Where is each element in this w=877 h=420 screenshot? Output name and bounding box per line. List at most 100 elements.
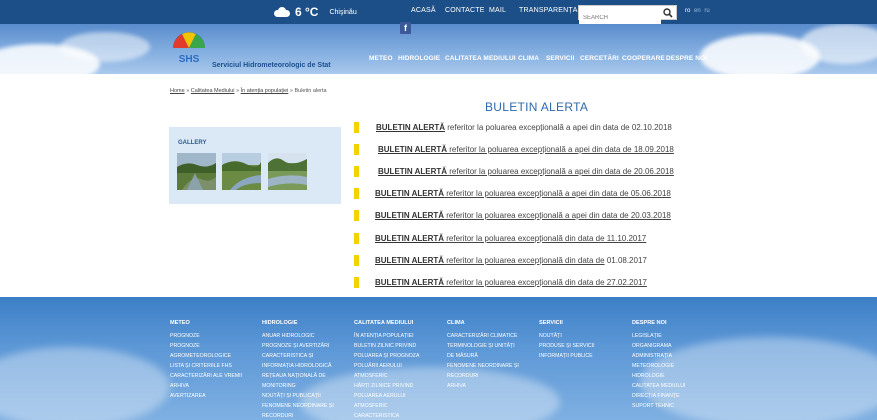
footer-link[interactable]: PROGNOZE ȘI AVERTIZĂRI [262,341,334,351]
alert-title[interactable]: BULETIN ALERTĂ [375,211,444,220]
mainnav-servicii[interactable]: SERVICII [546,55,575,62]
footer-link[interactable]: PROGNOZE [170,331,242,341]
footer-link[interactable]: MONITORING [262,381,334,391]
gallery-thumbnail[interactable] [222,153,261,190]
footer-link[interactable]: RECORDURI [447,371,519,381]
mainnav-meteo[interactable]: METEO [369,55,393,62]
topnav-transparency[interactable]: TRANSPARENȚA [519,7,578,14]
logo[interactable]: SHS [170,28,208,68]
footer-link[interactable]: CALITATEA MEDIULUI [632,381,685,391]
breadcrumb-calitatea-mediului[interactable]: Calitatea Mediului [191,88,235,94]
alert-title[interactable]: BULETIN ALERTĂ [375,189,444,198]
topnav-mail[interactable]: MAIL [489,7,506,14]
footer-link[interactable]: NOUTĂȚI [539,331,595,341]
mainnav-cooperare[interactable]: COOPERARE [622,55,665,62]
footer-link[interactable]: ARHIVA [170,381,242,391]
mainnav-cercetari[interactable]: CERCETĂRI [580,55,619,62]
facebook-icon[interactable]: f [400,22,411,34]
weather-widget: 6 °C Chişinău [274,3,357,21]
footer-link[interactable]: DE MĂSURĂ [447,351,519,361]
footer-link[interactable]: ATMOSFERIC [354,371,419,381]
lang-ro[interactable]: ro [685,8,690,14]
temperature: 6 °C [295,5,319,19]
alert-description[interactable]: referitor la poluarea excepțională a ape… [447,167,674,176]
alert-description[interactable]: referitor la poluarea excepțională a ape… [444,211,671,220]
footer-link[interactable]: FENOMENE NEORDINARE ȘI [447,361,519,371]
footer-heading[interactable]: CLIMA [447,318,519,328]
alert-description[interactable]: referitor la poluarea excepțională a ape… [444,189,671,198]
footer-link[interactable]: ANUAR HIDROLOGIC [262,331,334,341]
footer-link[interactable]: AGROMETEOROLOGICE [170,351,242,361]
search-icon[interactable] [663,8,673,18]
footer-link[interactable]: INFORMAȚIA HIDROLOGICĂ [262,361,334,371]
footer-link[interactable]: HĂRȚI ZILNICE PRIVIND [354,381,419,391]
footer-link[interactable]: AVERTIZAREA [170,391,242,401]
footer-link[interactable]: INFORMAȚII PUBLICE [539,351,595,361]
mainnav-hidrologie[interactable]: HIDROLOGIE [398,55,440,62]
footer-link[interactable]: CARACTERISTICA ȘI [262,351,334,361]
alert-description[interactable]: referitor la poluarea excepțională a ape… [445,123,672,132]
footer-link[interactable]: LEGISLAȚIE [632,331,685,341]
footer-column-despre-noi: DESPRE NOI LEGISLAȚIE ORGANIGRAMA ADMINI… [632,318,685,411]
footer-link[interactable]: TERMINOLOGIE ȘI UNITĂȚI [447,341,519,351]
footer-link[interactable]: PROGNOZE [170,341,242,351]
footer-heading[interactable]: DESPRE NOI [632,318,685,328]
footer-link[interactable]: CARACTERIZĂRI ALE VREMII [170,371,242,381]
site-header [0,24,877,74]
alert-title[interactable]: BULETIN ALERTĂ [375,278,444,287]
lang-en[interactable]: en [694,8,701,14]
org-name: Serviciul Hidrometeorologic de Stat [212,62,331,69]
gallery-thumbnail[interactable] [268,153,307,190]
footer-link[interactable]: REȚEAUA NAȚIONALĂ DE [262,371,334,381]
footer-link[interactable]: PRODUSE ȘI SERVICII [539,341,595,351]
footer-link[interactable]: LISTA ȘI CRITERIILE FHS [170,361,242,371]
footer-link[interactable]: RECORDURI [262,411,334,420]
breadcrumb-home[interactable]: Home [170,88,185,94]
mainnav-calitatea-mediului[interactable]: CALITATEA MEDIULUI [445,55,516,62]
alert-title[interactable]: BULETIN ALERTĂ [375,256,444,265]
footer-link[interactable]: FENOMENE NEORDINARE ȘI [262,401,334,411]
footer-column-servicii: SERVICII NOUTĂȚI PRODUSE ȘI SERVICII INF… [539,318,595,361]
footer-link[interactable]: ORGANIGRAMA [632,341,685,351]
logo-text: SHS [179,54,200,65]
alert-title[interactable]: BULETIN ALERTĂ [378,167,447,176]
footer-link[interactable]: CARACTERISTICA [354,411,419,420]
alert-description[interactable]: referitor la poluarea excepțională a ape… [447,145,674,154]
search-input[interactable] [579,11,661,25]
alert-description[interactable]: referitor la poluarea excepțională din d… [444,256,604,265]
footer-link[interactable]: METEOROLOGIE [632,361,685,371]
footer-heading[interactable]: CALITATEA MEDIULUI [354,318,419,328]
footer-link[interactable]: ATMOSFERIC [354,401,419,411]
search-box [578,5,677,25]
alert-marker [354,166,359,177]
footer-link[interactable]: HIDROLOGIE [632,371,685,381]
alert-title[interactable]: BULETIN ALERTĂ [378,145,447,154]
gallery-thumbnail[interactable] [177,153,216,190]
footer-link[interactable]: POLUĂRII AERULUI [354,361,419,371]
topnav-home[interactable]: ACASĂ [411,7,436,14]
footer-link[interactable]: ÎN ATENȚIA POPULAȚIEI [354,331,419,341]
footer-heading[interactable]: METEO [170,318,242,328]
alert-title[interactable]: BULETIN ALERTĂ [376,123,445,132]
mainnav-clima[interactable]: CLIMA [518,55,539,62]
lang-ru[interactable]: ru [704,8,709,14]
footer-heading[interactable]: SERVICII [539,318,595,328]
footer-link[interactable]: POLUAREA ȘI PROGNOZA [354,351,419,361]
alert-description[interactable]: referitor la poluarea excepțională din d… [444,234,646,243]
footer-link[interactable]: ADMINISTRAȚIA [632,351,685,361]
mainnav-despre-noi[interactable]: DESPRE NOI [666,55,707,62]
alert-description[interactable]: referitor la poluarea excepțională din d… [444,278,647,287]
breadcrumb-in-atentia-populatiei[interactable]: În atenția populației [241,88,289,94]
topnav-contacts[interactable]: CONTACTE [445,7,485,14]
alert-title[interactable]: BULETIN ALERTĂ [375,234,444,243]
footer-heading[interactable]: HIDROLOGIE [262,318,334,328]
footer-link[interactable]: ARHIVA [447,381,519,391]
footer-link[interactable]: SUPORT TEHNIC [632,401,685,411]
cloud-decoration [60,32,150,62]
footer-link[interactable]: POLUAREA AERULUI [354,391,419,401]
footer-link[interactable]: NOUTĂȚI ȘI PUBLICAȚII [262,391,334,401]
footer-link[interactable]: CARACTERIZĂRI CLIMATICE [447,331,519,341]
footer-link[interactable]: BULETIN ZILNIC PRIVIND [354,341,419,351]
alert-marker [354,277,359,288]
footer-link[interactable]: DIRECȚIA FINANȚE [632,391,685,401]
